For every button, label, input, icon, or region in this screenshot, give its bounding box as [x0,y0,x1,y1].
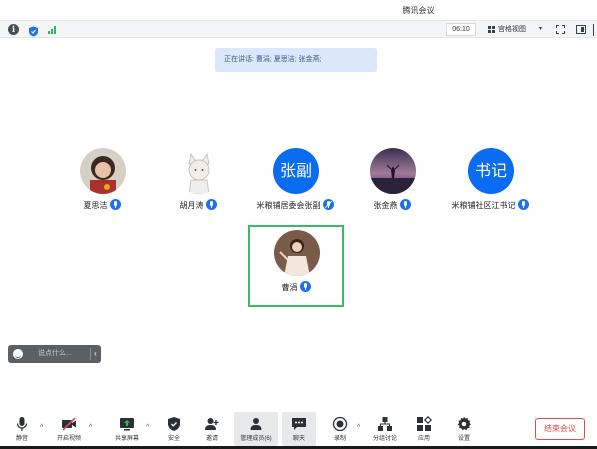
video-off-icon [61,416,77,432]
participant-name-row: 张金燕 [342,199,442,213]
record-button[interactable]: 录制 [326,412,354,446]
breakout-label: 分组讨论 [372,436,397,442]
signal-icon[interactable] [47,24,58,35]
record-label: 录制 [333,436,346,442]
participant-tile-active[interactable]: 曹涓 [246,230,346,296]
participant-tile[interactable]: 张金燕 [342,148,442,214]
avatar: 书记 [468,148,514,194]
microphone-icon [399,199,411,211]
security-button[interactable]: 安全 [160,412,188,446]
participant-name-row: 胡月涛 [148,199,248,213]
microphone-muted-icon [322,199,334,211]
invite-label: 邀请 [205,436,218,442]
share-screen-icon [119,416,135,432]
chat-placeholder: 说点什么... [38,350,72,357]
avatar [370,148,416,194]
speaking-prefix: 正在讲话: [224,56,256,63]
meeting-toolbar: 静音 ^ 开启视频 ^ 共享屏幕 ^ 安全 邀请 管理成员(6) 聊天 录制 ^… [0,412,597,449]
mute-button[interactable]: 静音 [8,412,36,446]
share-screen-label: 共享屏幕 [114,436,139,442]
participant-name: 米粮铺居委会张副 [256,201,321,210]
window-title: 腾讯会议 [402,6,435,15]
emoji-icon[interactable] [13,349,23,359]
fullscreen-icon[interactable] [556,25,565,34]
participant-name-row: 曹涓 [246,281,346,295]
microphone-icon [517,199,529,211]
start-video-button[interactable]: 开启视频 [52,412,86,446]
chat-input[interactable]: 说点什么... ‹ [8,345,101,363]
avatar [274,230,320,276]
participant-name: 胡月涛 [179,201,204,210]
security-label: 安全 [167,436,180,442]
meeting-timer: 06:10 [446,23,476,36]
chevron-up-icon[interactable]: ^ [146,424,149,431]
shield-icon[interactable] [28,24,39,37]
view-mode-label: 宫格视图 [498,26,526,33]
avatar [176,148,222,194]
start-video-label: 开启视频 [56,436,81,442]
speaking-names: 曹涓; 夏思洁; 张金燕; [255,56,322,63]
microphone-icon [14,416,30,432]
participant-tile[interactable]: 张副 米粮铺居委会张副 [245,148,345,214]
title-bar: 腾讯会议 [0,0,597,20]
mute-label: 静音 [15,436,28,442]
gear-icon [456,416,472,432]
breakout-icon [377,416,393,432]
microphone-icon [205,199,217,211]
chevron-up-icon[interactable]: ^ [89,424,92,431]
invite-icon [204,416,220,432]
microphone-icon [109,199,121,211]
speaking-indicator: 正在讲话: 曹涓; 夏思洁; 张金燕; [215,48,377,72]
grid-view-icon [488,26,495,33]
manage-members-button[interactable]: 管理成员(6) [234,412,278,446]
divider [90,348,91,360]
participant-name-row: 夏思洁 [52,199,152,213]
info-icon[interactable] [8,24,19,35]
participant-tile[interactable]: 胡月涛 [148,148,248,214]
security-icon [166,416,182,432]
apps-button[interactable]: 应用 [410,412,438,446]
manage-members-label: 管理成员(6) [240,436,272,442]
participant-tile[interactable]: 夏思洁 [52,148,152,214]
record-icon [332,416,348,432]
avatar [80,148,126,194]
invite-button[interactable]: 邀请 [198,412,226,446]
chat-label: 聊天 [292,436,305,442]
layout-icon[interactable] [576,25,586,34]
meeting-info-bar: 06:10 宫格视图 ▾ [0,20,597,38]
participant-name: 米粮铺社区江书记 [451,201,516,210]
breakout-button[interactable]: 分组讨论 [368,412,402,446]
members-icon [248,416,264,432]
participant-name: 曹涓 [281,283,298,292]
chat-icon [291,416,307,432]
microphone-icon [299,281,311,293]
divider [593,24,594,36]
chevron-up-icon[interactable]: ^ [357,424,360,431]
chevron-up-icon[interactable]: ^ [40,424,43,431]
avatar: 张副 [273,148,319,194]
participant-tile[interactable]: 书记 米粮铺社区江书记 [440,148,540,214]
view-mode-button[interactable]: 宫格视图 ▾ [484,23,548,36]
end-meeting-button[interactable]: 结束会议 [535,418,585,440]
apps-label: 应用 [417,436,430,442]
collapse-icon[interactable]: ‹ [94,345,97,363]
settings-label: 设置 [457,436,470,442]
chevron-down-icon: ▾ [539,26,543,32]
apps-icon [416,415,433,432]
participant-name-row: 米粮铺居委会张副 [245,199,345,213]
chat-button[interactable]: 聊天 [282,412,316,446]
participant-name-row: 米粮铺社区江书记 [440,199,540,213]
participant-name: 张金燕 [373,201,398,210]
participant-name: 夏思洁 [83,201,108,210]
share-screen-button[interactable]: 共享屏幕 [110,412,144,446]
settings-button[interactable]: 设置 [450,412,478,446]
